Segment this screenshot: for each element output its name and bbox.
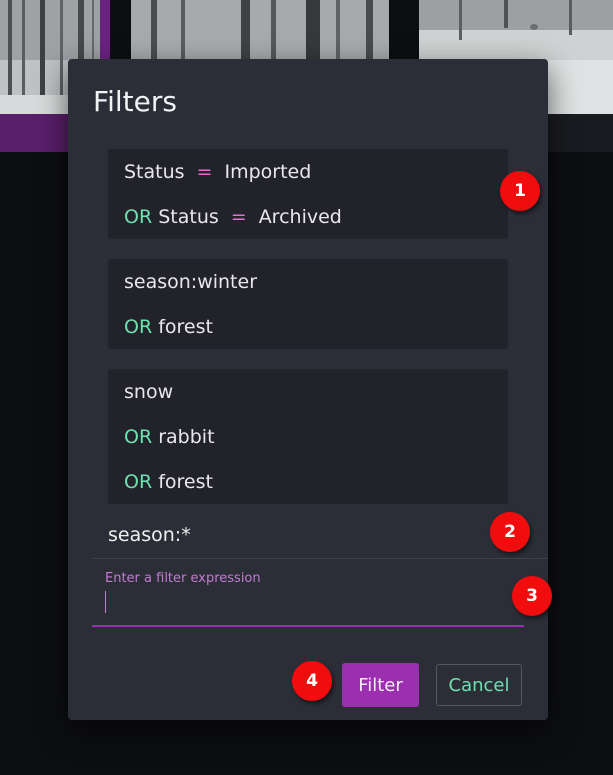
callout-badge-4: 4 bbox=[292, 661, 332, 701]
callout-badge-2: 2 bbox=[490, 512, 530, 552]
clause-term: forest bbox=[158, 471, 213, 493]
cancel-button[interactable]: Cancel bbox=[436, 664, 522, 706]
pending-expression[interactable]: season:* bbox=[108, 524, 191, 546]
or-operator: OR bbox=[124, 471, 153, 493]
filters-dialog: Filters Status = Imported OR Status = Archiv… bbox=[68, 59, 548, 720]
filter-group[interactable]: Status = Imported OR Status = Archived bbox=[108, 149, 508, 239]
filter-clause: OR rabbit bbox=[124, 425, 215, 449]
filter-clause: OR Status = Archived bbox=[124, 205, 342, 229]
filter-expression-field[interactable]: Enter a filter expression bbox=[92, 567, 524, 627]
equals-operator: = bbox=[196, 161, 213, 183]
clause-value: Imported bbox=[224, 161, 312, 183]
filter-clause: OR forest bbox=[124, 470, 213, 494]
divider bbox=[92, 558, 548, 559]
or-operator: OR bbox=[124, 426, 153, 448]
or-operator: OR bbox=[124, 316, 153, 338]
clause-term: snow bbox=[124, 381, 174, 403]
or-operator: OR bbox=[124, 206, 153, 228]
callout-badge-3: 3 bbox=[512, 576, 552, 616]
equals-operator: = bbox=[230, 206, 247, 228]
filter-clause: season:winter bbox=[124, 270, 257, 294]
filter-expression-input[interactable] bbox=[105, 589, 519, 619]
filter-group[interactable]: season:winter OR forest bbox=[108, 259, 508, 349]
clause-field: Status bbox=[124, 161, 185, 183]
clause-term: forest bbox=[158, 316, 213, 338]
clause-term: rabbit bbox=[158, 426, 215, 448]
filter-clause: snow bbox=[124, 380, 173, 404]
filter-group[interactable]: snow OR rabbit OR forest bbox=[108, 369, 508, 504]
filter-clause: OR forest bbox=[124, 315, 213, 339]
clause-field: Status bbox=[158, 206, 219, 228]
input-underline bbox=[92, 625, 524, 627]
filter-button[interactable]: Filter bbox=[342, 663, 419, 707]
filter-input-label: Enter a filter expression bbox=[105, 571, 261, 586]
clause-term: season:winter bbox=[124, 271, 258, 293]
clause-value: Archived bbox=[258, 206, 342, 228]
filter-clause: Status = Imported bbox=[124, 160, 311, 184]
callout-badge-1: 1 bbox=[500, 171, 540, 211]
dialog-title: Filters bbox=[93, 85, 177, 118]
